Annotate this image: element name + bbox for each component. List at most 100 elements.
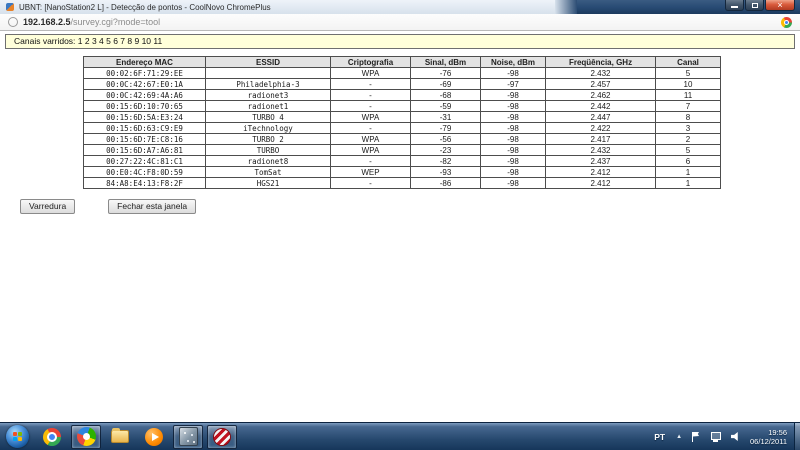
action-center-flag-icon[interactable] [692, 431, 701, 442]
close-button[interactable]: × [765, 0, 795, 11]
signal-cell: -59 [410, 100, 481, 112]
taskbar-item-chrome[interactable] [37, 425, 67, 449]
url-field[interactable]: 192.168.2.5/survey.cgi?mode=tool [23, 17, 160, 27]
scanned-channels-banner: Canais varridos: 1 2 3 4 5 6 7 8 9 10 11 [5, 34, 795, 49]
taskbar-item-coolnovo[interactable] [71, 424, 101, 449]
channel-cell: 10 [655, 78, 721, 90]
noise-cell: -98 [480, 144, 546, 156]
freq-cell: 2.417 [545, 133, 656, 145]
chromeplus-menu-icon[interactable] [781, 16, 792, 28]
essid-cell [205, 67, 331, 79]
clock-time: 19:56 [768, 427, 787, 437]
crypto-cell: - [330, 89, 411, 101]
taskbar-item-striped-app[interactable] [207, 424, 237, 449]
channel-cell: 5 [655, 67, 721, 79]
channel-cell: 2 [655, 133, 721, 145]
signal-cell: -82 [410, 155, 481, 167]
crypto-cell: WPA [330, 67, 411, 79]
table-row[interactable]: 00:15:6D:10:70:65 radionet1- -59 -98 2.442 7 [83, 100, 721, 112]
scan-button[interactable]: Varredura [20, 199, 76, 214]
crypto-cell: - [330, 177, 411, 189]
show-desktop-button[interactable] [794, 422, 800, 450]
table-row[interactable]: 00:27:22:4C:81:C1 radionet8- -82 -98 2.437 6 [83, 155, 721, 167]
mac-cell: 00:15:6D:10:70:65 [83, 100, 206, 112]
essid-cell: radionet3 [205, 89, 331, 101]
table-row[interactable]: 00:0C:42:67:E0:1A Philadelphia-3- -69 -97 2.… [83, 78, 721, 90]
maximize-icon [751, 2, 758, 8]
folder-icon [111, 428, 129, 443]
essid-cell: TURBO 2 [205, 133, 331, 145]
freq-cell: 2.432 [545, 67, 656, 79]
maximize-button[interactable] [745, 0, 764, 11]
signal-cell: -31 [410, 111, 481, 123]
mac-cell: 00:15:6D:A7:A6:81 [83, 144, 206, 156]
freq-cell: 2.412 [545, 177, 656, 189]
crypto-cell: - [330, 122, 411, 134]
table-row[interactable]: 00:15:6D:63:C9:E9 iTechnology - -79 -98 2.422… [83, 122, 721, 134]
freq-cell: 2.422 [545, 122, 656, 134]
screen: UBNT: [NanoStation2 L] - Detecção de pon… [0, 0, 800, 450]
language-indicator[interactable]: PT [648, 432, 671, 442]
media-player-icon [145, 427, 163, 446]
site-info-icon[interactable] [8, 17, 18, 27]
table-row[interactable]: 00:0C:42:69:4A:A6 radionet3- -68 -98 2.462 11 [83, 89, 721, 101]
mac-cell: 00:0C:42:67:E0:1A [83, 78, 206, 90]
table-row[interactable]: 84:A8:E4:13:F8:2F HGS21- -86 -98 2.412 1 [83, 177, 721, 189]
table-row[interactable]: 00:02:6F:71:29:EE WPA -76 -98 2.432 5 [83, 67, 721, 79]
channel-cell: 1 [655, 166, 721, 178]
crypto-cell: - [330, 100, 411, 112]
table-row[interactable]: 00:15:6D:A7:A6:81 TURBO WPA -23 -98 2.432 5 [83, 144, 721, 156]
table-row[interactable]: 00:15:6D:5A:E3:24 TURBO 4 WPA -31 -98 2.447 8 [83, 111, 721, 123]
close-window-button[interactable]: Fechar esta janela [108, 199, 197, 214]
signal-cell: -86 [410, 177, 481, 189]
channel-cell: 7 [655, 100, 721, 112]
mac-cell: 00:15:6D:63:C9:E9 [83, 122, 206, 134]
speaker-icon[interactable] [731, 432, 738, 441]
mac-cell: 84:A8:E4:13:F8:2F [83, 177, 206, 189]
taskbar-item-media-player[interactable] [139, 425, 169, 449]
signal-cell: -23 [410, 144, 481, 156]
column-header: Canal [655, 56, 721, 68]
essid-cell: iTechnology [205, 122, 331, 134]
minimize-button[interactable] [725, 0, 744, 11]
graphics-app-icon [178, 427, 198, 446]
freq-cell: 2.462 [545, 89, 656, 101]
url-domain: 192.168.2.5 [23, 17, 71, 27]
column-header: ESSID [205, 56, 331, 68]
clock[interactable]: 19:56 06/12/2011 [750, 428, 787, 446]
active-tab[interactable]: UBNT: [NanoStation2 L] - Detecção de pon… [0, 0, 577, 14]
taskbar-item-graphics-app[interactable] [173, 424, 203, 449]
signal-cell: -69 [410, 78, 481, 90]
mac-cell: 00:E0:4C:F8:0D:59 [83, 166, 206, 178]
column-header: Noise, dBm [480, 56, 546, 68]
mac-cell: 00:02:6F:71:29:EE [83, 67, 206, 79]
mac-cell: 00:15:6D:7E:C8:16 [83, 133, 206, 145]
freq-cell: 2.432 [545, 144, 656, 156]
noise-cell: -98 [480, 122, 546, 134]
column-header: Sinal, dBm [410, 56, 481, 68]
network-icon[interactable] [711, 431, 722, 442]
taskbar: PT ▲ 19:56 06/12/2011 [0, 422, 800, 450]
noise-cell: -98 [480, 177, 546, 189]
taskbar-item-explorer[interactable] [105, 425, 135, 449]
essid-cell: radionet1 [205, 100, 331, 112]
page-content: Canais varridos: 1 2 3 4 5 6 7 8 9 10 11… [0, 32, 800, 422]
table-row[interactable]: 00:15:6D:7E:C8:16 TURBO 2 WPA -56 -98 2.417 2 [83, 133, 721, 145]
column-header: Endereço MAC [83, 56, 206, 68]
page-favicon-icon [6, 3, 14, 11]
start-button[interactable] [6, 425, 29, 448]
crypto-cell: WPA [330, 144, 411, 156]
noise-cell: -98 [480, 67, 546, 79]
hidden-icons-arrow[interactable]: ▲ [671, 434, 687, 440]
noise-cell: -98 [480, 166, 546, 178]
coolnovo-icon [76, 427, 96, 446]
signal-cell: -93 [410, 166, 481, 178]
channel-cell: 5 [655, 144, 721, 156]
mac-cell: 00:0C:42:69:4A:A6 [83, 89, 206, 101]
table-header-row: Endereço MAC ESSID Criptografia Sinal, dBm N… [83, 56, 721, 68]
noise-cell: -98 [480, 89, 546, 101]
table-row[interactable]: 00:E0:4C:F8:0D:59 TomSat WEP -93 -98 2.412 1 [83, 166, 721, 178]
crypto-cell: - [330, 78, 411, 90]
channel-cell: 8 [655, 111, 721, 123]
essid-cell: HGS21 [205, 177, 331, 189]
